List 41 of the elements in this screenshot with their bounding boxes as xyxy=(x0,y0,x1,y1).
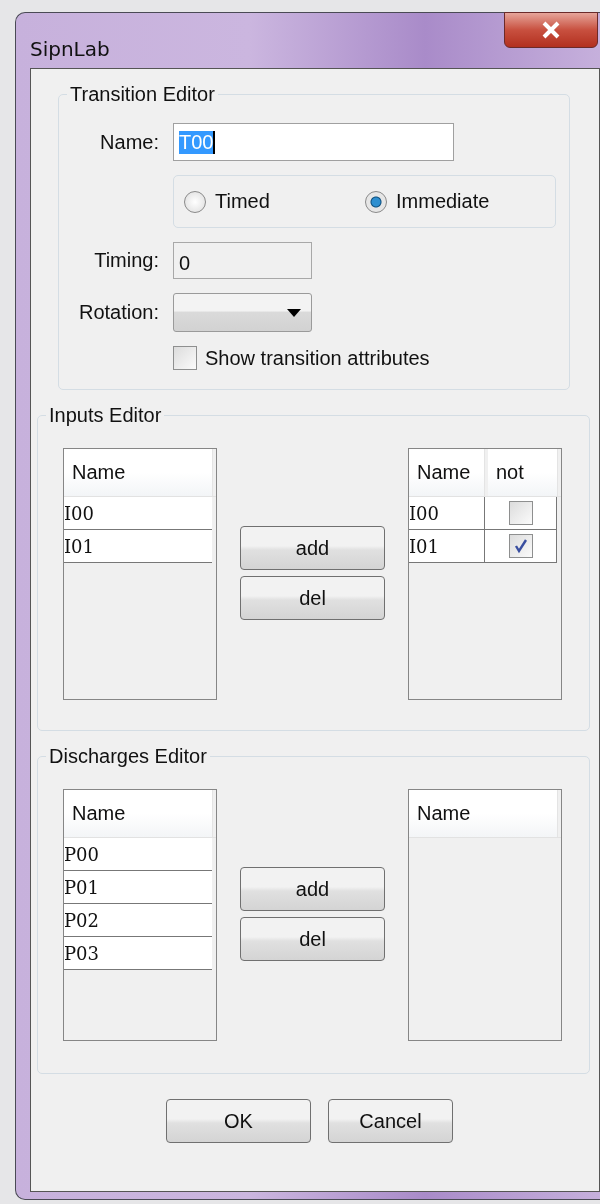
list-table[interactable]: Name I00 I01 xyxy=(63,448,217,700)
add-button[interactable]: add xyxy=(240,526,385,570)
field-label: Timing: xyxy=(93,249,159,272)
radio-button[interactable] xyxy=(365,190,387,213)
rotation-dropdown[interactable] xyxy=(173,293,312,332)
group-title: Transition Editor xyxy=(69,83,216,106)
column-header[interactable]: Name xyxy=(64,449,213,496)
add-button[interactable]: add xyxy=(240,867,385,911)
delete-button[interactable]: del xyxy=(240,917,385,961)
group-title: Discharges Editor xyxy=(48,745,208,768)
radio-option[interactable]: Immediate xyxy=(365,190,546,213)
column-header[interactable]: not xyxy=(488,449,558,496)
list-table[interactable]: Name not I00 I01 xyxy=(408,448,562,700)
table-cell: I01 xyxy=(409,530,485,562)
table-cell: I00 xyxy=(409,497,485,529)
radio-button[interactable] xyxy=(184,190,206,213)
column-header[interactable]: Name xyxy=(64,790,213,837)
checkbox[interactable] xyxy=(508,501,533,525)
checkbox[interactable] xyxy=(508,534,533,558)
list-table[interactable]: Name xyxy=(408,789,562,1041)
column-header[interactable]: Name xyxy=(409,790,558,837)
option-label: Immediate xyxy=(396,190,490,213)
ok-button[interactable]: OK xyxy=(166,1099,311,1143)
window-title: SipnLab xyxy=(30,37,110,61)
field-label: Rotation: xyxy=(77,301,159,324)
field-label: Name: xyxy=(99,130,159,154)
column-header[interactable]: Name xyxy=(409,449,485,496)
radio-option[interactable]: Timed xyxy=(184,190,365,213)
list-table[interactable]: Name P00 P01 P02 P03 xyxy=(63,789,217,1041)
checkbox[interactable] xyxy=(173,346,197,370)
check-icon xyxy=(512,538,529,554)
option-label: Timed xyxy=(215,190,270,213)
close-icon xyxy=(540,21,562,39)
close-button[interactable] xyxy=(504,12,598,48)
cancel-button[interactable]: Cancel xyxy=(328,1099,453,1143)
group-title: Inputs Editor xyxy=(48,404,163,427)
timing-field[interactable]: 0 xyxy=(173,242,312,279)
checkbox-option[interactable]: Show transition attributes xyxy=(173,346,569,370)
caret-icon xyxy=(287,308,301,317)
delete-button[interactable]: del xyxy=(240,576,385,620)
checkbox-label: Show transition attributes xyxy=(205,346,430,370)
